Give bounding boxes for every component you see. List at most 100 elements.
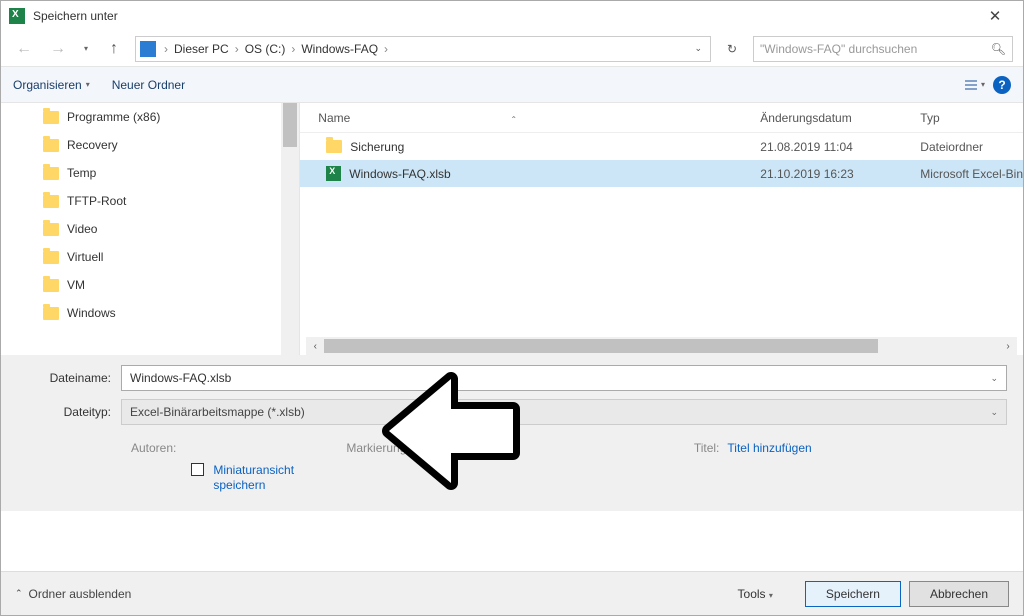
chevron-down-icon: ▾ <box>769 591 773 600</box>
tree-item-label: TFTP-Root <box>67 194 126 208</box>
list-view-icon <box>963 78 981 92</box>
save-fields: Dateiname: Windows-FAQ.xlsb ⌄ Dateityp: … <box>1 355 1023 511</box>
tags-add-link[interactable]: rung hinzufügen <box>428 441 514 455</box>
breadcrumb-item[interactable]: Dieser PC <box>172 42 231 56</box>
help-button[interactable]: ? <box>993 76 1011 94</box>
folder-icon <box>43 139 59 152</box>
column-date[interactable]: Änderungsdatum <box>760 111 920 125</box>
chevron-down-icon: ▾ <box>84 44 88 53</box>
hide-folders-button[interactable]: ⌃ Ordner ausblenden <box>15 587 131 601</box>
tools-menu[interactable]: Tools ▾ <box>738 587 773 601</box>
pc-icon <box>140 41 156 57</box>
tree-item-label: Windows <box>67 306 116 320</box>
tree-scrollbar[interactable] <box>281 103 299 355</box>
folder-icon <box>43 307 59 320</box>
metadata-row: Autoren: Markierungen rung hinzufügen Ti… <box>17 433 1007 459</box>
view-options-button[interactable]: ▾ <box>961 72 987 98</box>
refresh-icon: ↻ <box>727 42 737 56</box>
file-list: Name⌃ Änderungsdatum Typ Sicherung 21.08… <box>300 103 1023 355</box>
excel-app-icon <box>9 8 25 24</box>
excel-file-icon <box>326 166 341 181</box>
scroll-track[interactable] <box>324 337 999 355</box>
tree-item-label: VM <box>67 278 85 292</box>
history-dropdown[interactable]: ▾ <box>79 36 93 62</box>
column-type[interactable]: Typ <box>920 111 1023 125</box>
file-name: Windows-FAQ.xlsb <box>349 167 450 181</box>
thumbnail-checkbox[interactable] <box>191 463 204 476</box>
file-date: 21.08.2019 11:04 <box>760 140 920 154</box>
tree-item[interactable]: Programme (x86) <box>1 103 299 131</box>
tags-label: Markierungen <box>346 441 419 455</box>
filetype-label: Dateityp: <box>17 405 121 419</box>
folder-tree[interactable]: Programme (x86) Recovery Temp TFTP-Root … <box>1 103 300 355</box>
horizontal-scrollbar[interactable]: ‹ › <box>306 337 1017 355</box>
tree-item[interactable]: VM <box>1 271 299 299</box>
tree-item-label: Recovery <box>67 138 118 152</box>
tree-item-label: Programme (x86) <box>67 110 160 124</box>
chevron-right-icon: › <box>160 42 172 56</box>
titlebar: Speichern unter ✕ <box>1 1 1023 31</box>
cancel-button[interactable]: Abbrechen <box>909 581 1009 607</box>
tree-item[interactable]: TFTP-Root <box>1 187 299 215</box>
save-as-dialog: Speichern unter ✕ ← → ▾ ↑ › Dieser PC › … <box>0 0 1024 616</box>
tree-item[interactable]: Recovery <box>1 131 299 159</box>
close-icon[interactable]: ✕ <box>975 7 1015 25</box>
filetype-value: Excel-Binärarbeitsmappe (*.xlsb) <box>130 405 305 419</box>
file-row[interactable]: Sicherung 21.08.2019 11:04 Dateiordner <box>300 133 1023 160</box>
back-button[interactable]: ← <box>11 36 37 62</box>
folder-icon <box>43 279 59 292</box>
tree-item[interactable]: Windows <box>1 299 299 327</box>
file-date: 21.10.2019 16:23 <box>760 167 920 181</box>
chevron-down-icon[interactable]: ⌄ <box>990 407 998 418</box>
file-row[interactable]: Windows-FAQ.xlsb 21.10.2019 16:23 Micros… <box>300 160 1023 187</box>
scroll-right-icon[interactable]: › <box>999 337 1017 355</box>
scroll-left-icon[interactable]: ‹ <box>306 337 324 355</box>
chevron-down-icon[interactable]: ⌄ <box>990 373 998 384</box>
search-input[interactable]: "Windows-FAQ" durchsuchen 🔍︎ <box>753 36 1013 62</box>
refresh-button[interactable]: ↻ <box>719 36 745 62</box>
chevron-right-icon: › <box>380 42 392 56</box>
tree-item-label: Video <box>67 222 97 236</box>
toolbar: Organisieren ▾ Neuer Ordner ▾ ? <box>1 67 1023 103</box>
folder-icon <box>43 111 59 124</box>
forward-button[interactable]: → <box>45 36 71 62</box>
chevron-up-icon: ⌃ <box>15 588 23 599</box>
arrow-up-icon: ↑ <box>110 40 118 58</box>
column-name[interactable]: Name⌃ <box>300 111 760 125</box>
organize-menu[interactable]: Organisieren ▾ <box>13 78 90 92</box>
new-folder-label: Neuer Ordner <box>112 78 185 92</box>
breadcrumb-item[interactable]: Windows-FAQ <box>299 42 380 56</box>
arrow-right-icon: → <box>50 40 66 58</box>
up-button[interactable]: ↑ <box>101 36 127 62</box>
chevron-down-icon: ▾ <box>981 80 985 89</box>
organize-label: Organisieren <box>13 78 82 92</box>
chevron-down-icon: ▾ <box>86 80 90 89</box>
scrollbar-thumb[interactable] <box>324 339 877 353</box>
folder-icon <box>43 167 59 180</box>
title-add-link[interactable]: Titel hinzufügen <box>727 441 811 455</box>
window-title: Speichern unter <box>33 9 975 23</box>
title-label: Titel: <box>694 441 720 455</box>
save-button[interactable]: Speichern <box>805 581 901 607</box>
filetype-select[interactable]: Excel-Binärarbeitsmappe (*.xlsb) ⌄ <box>121 399 1007 425</box>
filename-value: Windows-FAQ.xlsb <box>130 371 231 385</box>
bottom-bar: ⌃ Ordner ausblenden Tools ▾ Speichern Ab… <box>1 571 1023 615</box>
arrow-left-icon: ← <box>16 40 32 58</box>
chevron-right-icon: › <box>287 42 299 56</box>
sort-indicator-icon: ⌃ <box>510 115 517 124</box>
folder-icon <box>43 251 59 264</box>
chevron-down-icon[interactable]: ⌄ <box>694 43 706 54</box>
filename-input[interactable]: Windows-FAQ.xlsb ⌄ <box>121 365 1007 391</box>
nav-row: ← → ▾ ↑ › Dieser PC › OS (C:) › Windows-… <box>1 31 1023 67</box>
column-headers: Name⌃ Änderungsdatum Typ <box>300 103 1023 133</box>
scrollbar-thumb[interactable] <box>283 103 297 147</box>
breadcrumb-item[interactable]: OS (C:) <box>243 42 288 56</box>
tree-item[interactable]: Virtuell <box>1 243 299 271</box>
tree-item[interactable]: Temp <box>1 159 299 187</box>
new-folder-button[interactable]: Neuer Ordner <box>112 78 185 92</box>
body: Programme (x86) Recovery Temp TFTP-Root … <box>1 103 1023 355</box>
file-type: Microsoft Excel-Bin <box>920 167 1023 181</box>
tree-item[interactable]: Video <box>1 215 299 243</box>
tree-item-label: Virtuell <box>67 250 103 264</box>
breadcrumb[interactable]: › Dieser PC › OS (C:) › Windows-FAQ › ⌄ <box>135 36 711 62</box>
